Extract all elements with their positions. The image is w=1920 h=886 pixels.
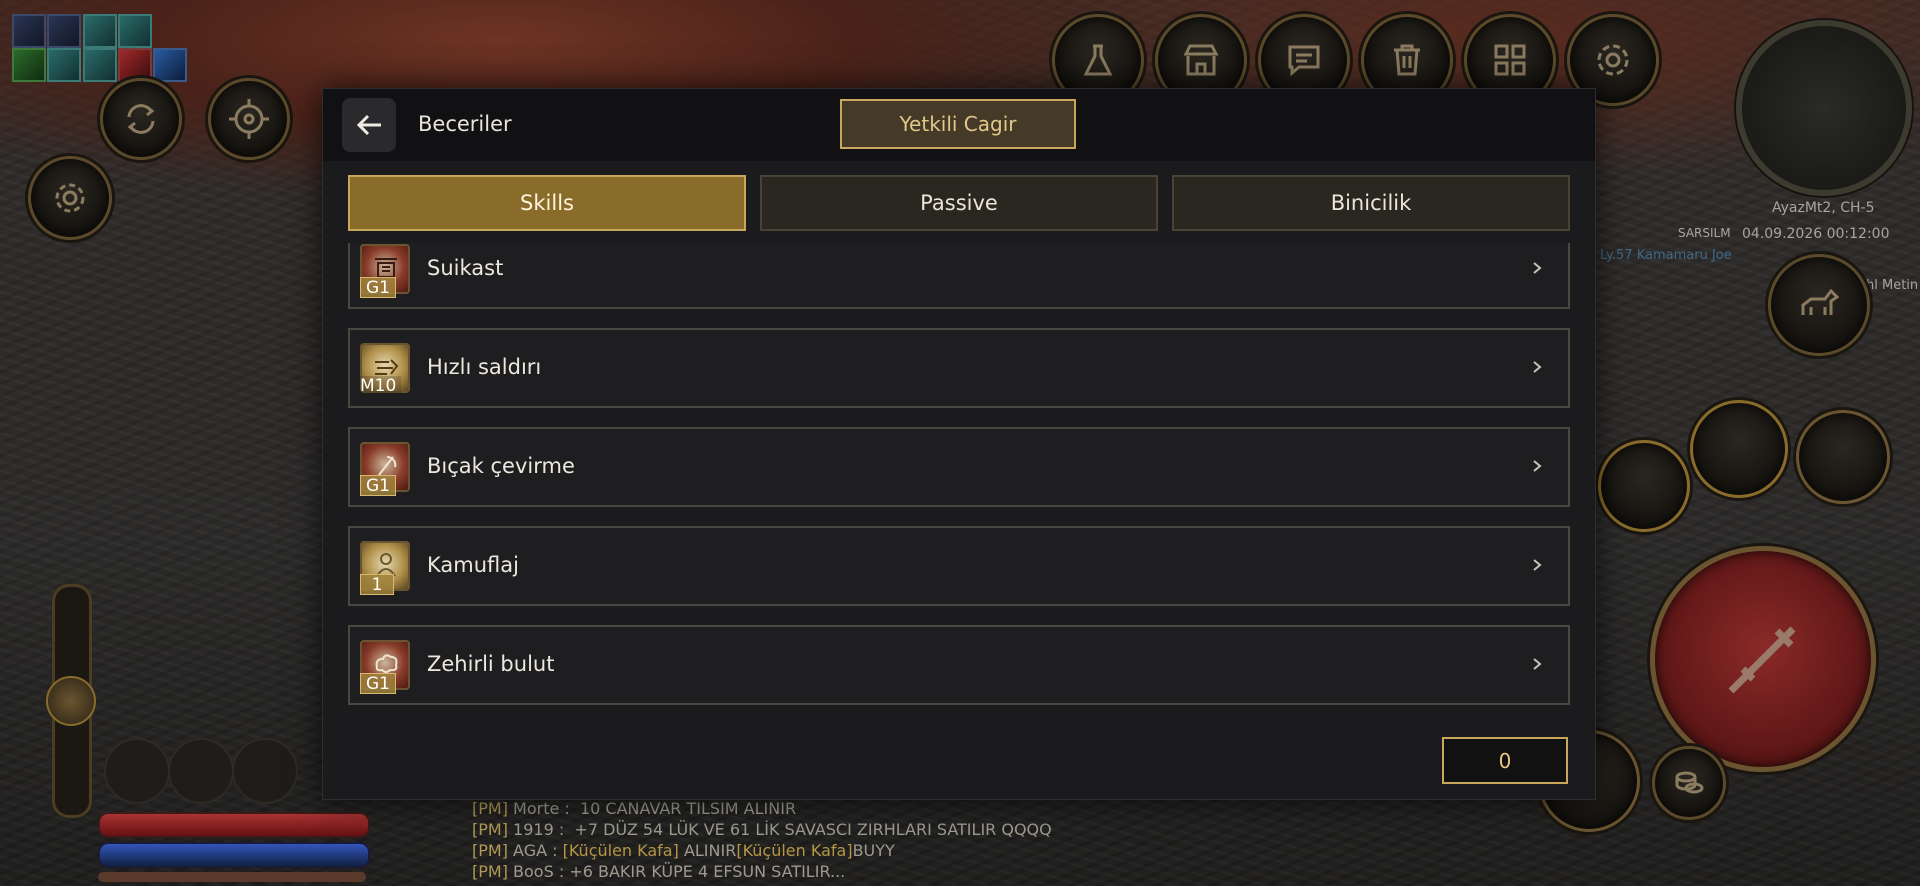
hp-bar	[98, 812, 370, 838]
attack-button[interactable]	[1650, 546, 1876, 772]
buff-icon-8	[118, 48, 152, 82]
skill-slot-3[interactable]	[1598, 440, 1690, 532]
chevron-right-icon	[1533, 361, 1542, 373]
chevron-right-icon	[1533, 658, 1542, 670]
grid-icon	[1494, 44, 1526, 76]
refresh-icon	[127, 104, 155, 134]
chat-log: [PM] Morte : 10 CANAVAR TILSIM ALINIR [P…	[472, 798, 1452, 882]
trash-icon	[1394, 44, 1420, 76]
player-tag: SARSILM	[1678, 226, 1731, 240]
skill-list[interactable]: G1 Suikast M10 Hızlı saldırı G1 Bıçak çe…	[348, 243, 1570, 783]
chevron-right-icon	[1533, 559, 1542, 571]
tab-riding[interactable]: Binicilik	[1172, 175, 1570, 231]
tab-passive[interactable]: Passive	[760, 175, 1158, 231]
skill-row-hizli-saldiri[interactable]: M10 Hızlı saldırı	[348, 328, 1570, 408]
skill-name: Kamuflaj	[427, 553, 519, 577]
refresh-button[interactable]	[100, 78, 182, 160]
datetime-label: 04.09.2026 00:12:00	[1742, 226, 1890, 242]
nearby-metin-label: hl Metin	[1866, 278, 1919, 293]
buff-icon-5	[12, 48, 46, 82]
dialog-title: Beceriler	[418, 112, 512, 136]
minimap[interactable]	[1736, 20, 1912, 196]
skill-level-badge: G1	[360, 277, 396, 298]
skill-slot-2[interactable]	[1796, 410, 1890, 504]
back-button[interactable]	[342, 98, 396, 152]
coins-icon	[1675, 771, 1704, 794]
skill-name: Suikast	[427, 256, 504, 280]
skill-slot-1[interactable]	[1690, 400, 1788, 498]
exp-bar	[98, 872, 366, 882]
camera-slider-knob[interactable]	[46, 676, 96, 726]
mp-bar	[98, 842, 370, 868]
skill-points-counter: 0	[1442, 737, 1568, 784]
flask-icon	[1083, 44, 1113, 76]
buff-icon-3	[83, 14, 117, 48]
buff-icon-9	[153, 48, 187, 82]
chat-line: [PM] AGA : [Küçülen Kafa] ALINIR[Küçülen…	[472, 841, 895, 860]
skill-level-badge: G1	[360, 475, 396, 496]
chat-line: [PM] Morte : 10 CANAVAR TILSIM ALINIR	[472, 799, 797, 818]
buff-icon-1	[12, 14, 46, 48]
skill-level-badge: M10	[355, 376, 402, 397]
sword-icon	[1728, 626, 1796, 694]
mount-button[interactable]	[1768, 254, 1870, 356]
target-icon	[229, 99, 269, 139]
skill-row-bicak-cevirme[interactable]: G1 Bıçak çevirme	[348, 427, 1570, 507]
gear-icon	[55, 183, 85, 213]
nearby-player-label: Ly.57 Kamamaru Joe	[1600, 248, 1732, 263]
skill-row-zehirli-bulut[interactable]: G1 Zehirli bulut	[348, 625, 1570, 705]
buff-icon-2	[47, 14, 81, 48]
arrow-left-icon	[356, 114, 381, 136]
chat-icon	[1288, 45, 1320, 77]
buff-icon-4	[118, 14, 152, 48]
buff-icon-6	[47, 48, 81, 82]
call-gm-button[interactable]: Yetkili Cagir	[840, 99, 1076, 149]
skill-level-badge: 1	[360, 574, 394, 595]
chat-line: [PM] 1919 : +7 DÜZ 54 LÜK VE 61 LİK SAVA…	[472, 820, 1052, 839]
chevron-right-icon	[1533, 460, 1542, 472]
buff-icon-7	[83, 48, 117, 82]
coin-button[interactable]	[1652, 746, 1726, 820]
chat-line: [PM] BooS : +6 BAKIR KÜPE 4 EFSUN SATILI…	[472, 862, 846, 881]
skill-name: Bıçak çevirme	[427, 454, 575, 478]
tab-skills[interactable]: Skills	[348, 175, 746, 231]
skill-row-kamuflaj[interactable]: 1 Kamuflaj	[348, 526, 1570, 606]
horse-icon	[1801, 288, 1840, 315]
shop-icon	[1183, 44, 1219, 76]
skill-row-suikast[interactable]: G1 Suikast	[348, 243, 1570, 309]
skill-level-badge: G1	[360, 673, 396, 694]
dialog-header: Beceriler Yetkili Cagir	[323, 89, 1595, 161]
gear-icon	[1597, 44, 1629, 76]
server-label: AyazMt2, CH-5	[1772, 200, 1875, 216]
skill-name: Hızlı saldırı	[427, 355, 542, 379]
skills-dialog: Beceriler Yetkili Cagir Skills Passive B…	[322, 88, 1596, 800]
skill-name: Zehirli bulut	[427, 652, 555, 676]
chevron-right-icon	[1533, 262, 1542, 274]
settings-button-left[interactable]	[28, 156, 112, 240]
target-button[interactable]	[208, 78, 290, 160]
